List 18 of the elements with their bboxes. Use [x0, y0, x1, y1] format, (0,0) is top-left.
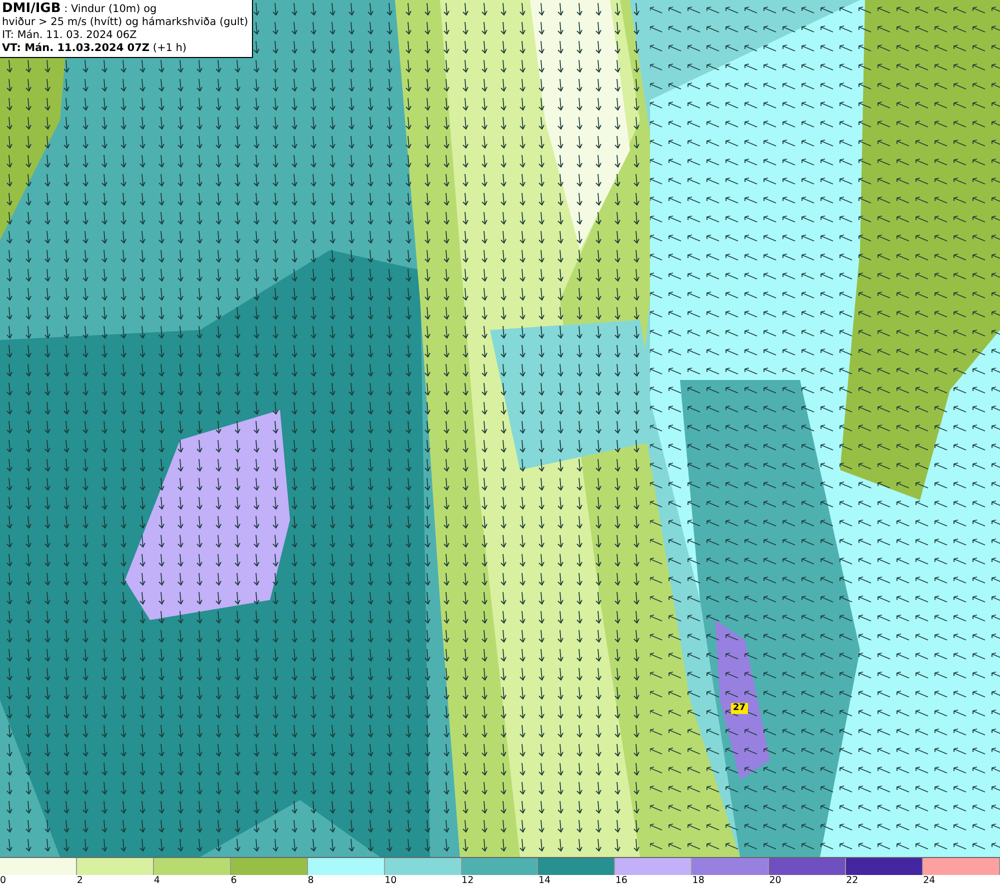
title-line: DMI/IGB : Vindur (10m) og	[2, 2, 158, 16]
legend-tick-label: 14	[538, 875, 552, 887]
title-line: IT: Mán. 11. 03. 2024 06Z	[2, 29, 138, 42]
legend-tick-label: 6	[230, 875, 238, 887]
legend-tick-label: 16	[615, 875, 628, 887]
legend-tick-label: 12	[462, 875, 475, 887]
legend-tick-label: 0	[0, 875, 8, 887]
title-line: VT: Mán. 11.03.2024 07Z (+1 h)	[2, 42, 188, 55]
legend-tick-label: 24	[923, 875, 936, 887]
legend-tick-label: 18	[692, 875, 706, 887]
legend-tick-label: 8	[308, 875, 315, 887]
legend-tick-label: 2	[76, 875, 84, 887]
legend-tick-label: 20	[769, 875, 782, 887]
title-line: hviður > 25 m/s (hvítt) og hámarkshviða (gult)	[2, 16, 248, 29]
legend-tick-label: 22	[846, 875, 860, 887]
max-gust-label: 27	[731, 703, 748, 714]
legend-tick-label: 4	[154, 875, 161, 887]
legend-tick-label: 10	[384, 875, 398, 887]
